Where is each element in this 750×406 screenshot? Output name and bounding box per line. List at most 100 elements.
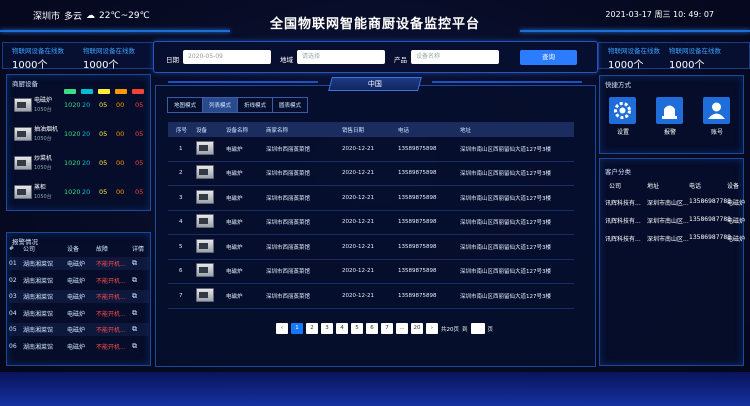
tab-line-mode[interactable]: 折线模式	[238, 98, 274, 112]
alarm-shortcut[interactable]	[656, 97, 683, 124]
row-address: 深圳市南山区西丽留仙大道127号3楼	[460, 269, 551, 276]
alarm-col-device: 设备	[67, 246, 80, 253]
alarm-company: 湖南湘菜馆	[23, 327, 54, 334]
cust-col-phone: 电话	[689, 183, 702, 190]
settings-shortcut[interactable]	[609, 97, 636, 124]
account-label: 账号	[710, 129, 723, 136]
page-button[interactable]: 20	[411, 323, 423, 334]
alarm-row[interactable]: 02 湖南湘菜馆 电磁炉 不能开机... ⧉	[9, 274, 149, 287]
legend-swatch	[115, 89, 127, 94]
page-button[interactable]: 2	[306, 323, 318, 334]
device-count: 1050台	[34, 107, 52, 113]
cust-company: 讯辉科技有...	[605, 236, 641, 243]
col-address: 地址	[460, 127, 472, 134]
table-row[interactable]: 5 电磁炉 深圳市西丽蒸菜馆 2020-12-21 13589875898 深圳市南山区西…	[168, 235, 574, 260]
device-row[interactable]: 抽油烟机 1050台 1020 20 05 00 05	[12, 124, 152, 146]
tab-list-mode[interactable]: 列表模式	[203, 98, 239, 112]
row-phone: 13589875898	[398, 194, 437, 201]
datetime: 2021-03-17 周三 10: 49: 07	[605, 10, 714, 19]
row-device-name: 电磁炉	[226, 146, 243, 153]
device-stat-value: 05	[135, 188, 144, 196]
detail-icon[interactable]: ⧉	[132, 309, 148, 318]
alarm-fault: 不能开机...	[96, 294, 126, 301]
detail-icon[interactable]: ⧉	[132, 292, 148, 301]
page-button[interactable]: 1	[291, 323, 303, 334]
row-device-image	[196, 263, 226, 279]
device-name: 抽油烟机	[34, 126, 59, 133]
detail-icon[interactable]: ⧉	[132, 259, 148, 268]
row-device-name: 电磁炉	[226, 195, 243, 202]
device-row[interactable]: 电磁炉 1050台 1020 20 05 00 05	[12, 95, 152, 117]
table-row[interactable]: 1 电磁炉 深圳市西丽蒸菜馆 2020-12-21 13589875898 深圳市南山区西…	[168, 137, 574, 162]
alarm-row[interactable]: 05 湖南湘菜馆 电磁炉 不能开机... ⧉	[9, 323, 149, 336]
page-button[interactable]: 3	[321, 323, 333, 334]
device-name: 电磁炉	[34, 97, 53, 104]
device-count: 1050台	[34, 136, 52, 142]
page-button[interactable]: 4	[336, 323, 348, 334]
goto-page-input[interactable]	[470, 323, 485, 334]
user-icon	[708, 102, 725, 119]
table-row[interactable]: 7 电磁炉 深圳市西丽蒸菜馆 2020-12-21 13589875898 深圳市南山区西…	[168, 284, 574, 309]
detail-icon[interactable]: ⧉	[132, 325, 148, 334]
row-no: 1	[179, 145, 183, 152]
region-tab[interactable]: 中国	[328, 77, 422, 91]
alarm-fault: 不能开机...	[96, 343, 126, 351]
table-row[interactable]: 2 电磁炉 深圳市西丽蒸菜馆 2020-12-21 13589875898 深圳市南山区西…	[168, 162, 574, 186]
alarm-row[interactable]: 03 湖南湘菜馆 电磁炉 不能开机... ⧉	[9, 290, 149, 303]
date-input[interactable]: 2020-05-09	[183, 50, 271, 64]
device-row[interactable]: 蒸柜 1050台 1020 20 05 00 05	[12, 182, 152, 204]
account-shortcut[interactable]	[703, 97, 730, 124]
alarm-row[interactable]: 01 湖南湘菜馆 电磁炉 不能开机... ⧉	[9, 257, 149, 270]
row-device-name: 电磁炉	[226, 220, 243, 227]
device-stat-value: 00	[116, 130, 125, 138]
cust-device: 电磁炉	[727, 236, 746, 243]
alarm-no: 02	[9, 276, 17, 284]
alarm-device: 电磁炉	[67, 343, 86, 351]
tab-map-mode[interactable]: 地图模式	[168, 98, 204, 112]
quick-panel-title: 快捷方式	[605, 81, 631, 89]
alarm-label: 报警	[663, 129, 676, 136]
gear-icon	[614, 102, 631, 119]
area-select[interactable]: 请选择	[297, 50, 385, 64]
prev-page-button[interactable]: ‹	[276, 323, 288, 334]
page-button[interactable]: 7	[381, 323, 393, 334]
cust-col-address: 地址	[647, 183, 660, 190]
row-date: 2020-12-21	[342, 268, 374, 275]
table-row[interactable]: 4 电磁炉 深圳市西丽蒸菜馆 2020-12-21 13589875898 深圳市南山区西…	[168, 211, 574, 235]
customer-row[interactable]: 讯辉科技有... 深圳市南山区... 13586987788 电磁炉	[605, 234, 745, 243]
stat-label: 物联网设备在线数	[669, 47, 721, 55]
row-no: 3	[179, 194, 183, 201]
device-stat-value: 1020	[64, 188, 81, 196]
row-date: 2020-12-21	[342, 145, 374, 152]
appliance-icon	[196, 189, 214, 204]
page-button[interactable]: ...	[396, 323, 408, 334]
row-phone: 13589875898	[398, 292, 437, 299]
tab-pie-mode[interactable]: 圆表模式	[273, 98, 307, 112]
cust-address: 深圳市南山区...	[647, 236, 689, 243]
detail-icon[interactable]: ⧉	[132, 342, 148, 351]
alarm-fault: 不能开机...	[96, 261, 126, 268]
page-button[interactable]: 6	[366, 323, 378, 334]
alarm-fault: 不能开机...	[96, 277, 126, 285]
alarm-row[interactable]: 06 湖南湘菜馆 电磁炉 不能开机... ⧉	[9, 340, 149, 353]
table-row[interactable]: 3 电磁炉 深圳市西丽蒸菜馆 2020-12-21 13589875898 深圳市南山区西…	[168, 186, 574, 211]
query-button[interactable]: 查询	[520, 50, 577, 65]
device-stat-value: 00	[116, 159, 125, 167]
customer-row[interactable]: 讯辉科技有... 深圳市南山区... 13586987788 电磁炉	[605, 198, 745, 207]
table-row[interactable]: 6 电磁炉 深圳市西丽蒸菜馆 2020-12-21 13589875898 深圳市南山区西…	[168, 260, 574, 284]
stat-label: 物联网设备在线数	[12, 47, 64, 55]
alarm-no: 05	[9, 326, 17, 333]
row-merchant: 深圳市西丽蒸菜馆	[266, 293, 311, 300]
next-page-button[interactable]: ›	[426, 323, 438, 334]
cust-col-device: 设备	[727, 183, 740, 190]
product-input[interactable]: 设备名称	[411, 50, 499, 64]
detail-icon[interactable]: ⧉	[132, 276, 148, 285]
device-row[interactable]: 炒菜机 1050台 1020 20 05 00 05	[12, 153, 152, 175]
page-button[interactable]: 5	[351, 323, 363, 334]
deco-line-right	[432, 81, 582, 83]
alarm-row[interactable]: 04 湖南湘菜馆 电磁炉 不能开机... ⧉	[9, 307, 149, 320]
customer-row[interactable]: 讯辉科技有... 深圳市南山区... 13586987788 电磁炉	[605, 216, 745, 225]
appliance-icon	[196, 140, 214, 155]
legend-swatch	[132, 89, 144, 94]
appliance-icon	[14, 156, 32, 170]
